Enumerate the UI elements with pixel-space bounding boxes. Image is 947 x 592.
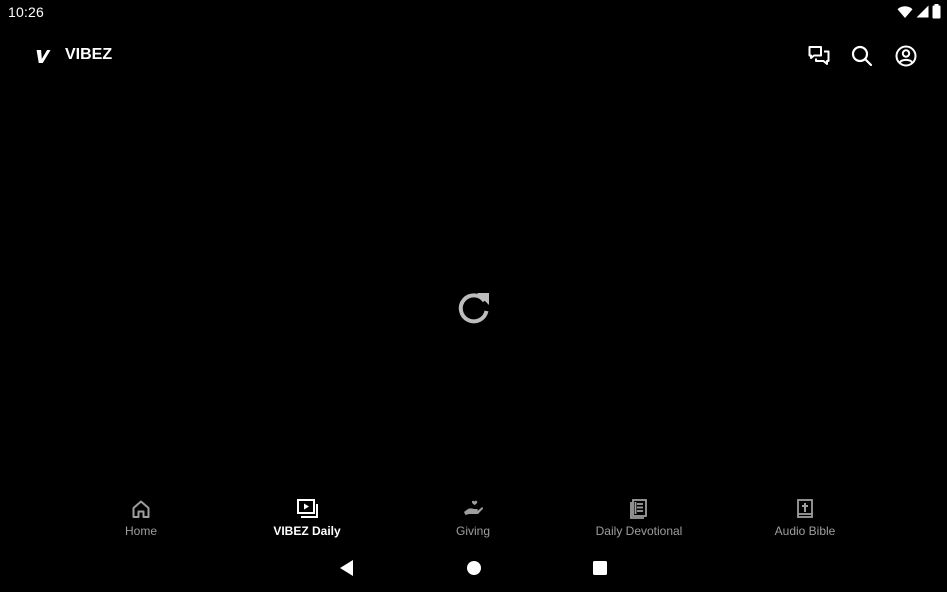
battery-icon bbox=[932, 4, 941, 24]
nav-item-giving[interactable]: Giving bbox=[403, 490, 543, 546]
nav-label-audio-bible: Audio Bible bbox=[774, 524, 836, 538]
home-icon bbox=[130, 498, 152, 520]
status-time: 10:26 bbox=[8, 4, 45, 20]
nav-label-giving: Giving bbox=[455, 524, 490, 538]
app-bar: VIBEZ bbox=[0, 34, 947, 78]
nav-item-home[interactable]: Home bbox=[71, 490, 211, 546]
status-bar: 10:26 bbox=[0, 0, 947, 24]
app-screen: 10:26 VIBEZ Home VIBEZ Daily Giving Dail… bbox=[0, 0, 947, 592]
nav-item-vibez-daily[interactable]: VIBEZ Daily bbox=[237, 490, 377, 546]
nav-label-daily-devotional: Daily Devotional bbox=[595, 524, 683, 538]
recents-icon[interactable] bbox=[590, 558, 610, 578]
back-icon[interactable] bbox=[337, 558, 357, 578]
nav-label-home: Home bbox=[124, 524, 157, 538]
vibez-logo-icon bbox=[33, 47, 51, 65]
search-icon[interactable] bbox=[850, 44, 874, 68]
refresh-icon[interactable] bbox=[455, 289, 493, 327]
status-icons bbox=[897, 4, 941, 24]
system-navigation-bar bbox=[0, 550, 947, 586]
bottom-navigation: Home VIBEZ Daily Giving Daily Devotional… bbox=[0, 490, 947, 546]
app-title: VIBEZ bbox=[65, 46, 113, 63]
wifi-icon bbox=[897, 5, 913, 24]
nav-item-audio-bible[interactable]: Audio Bible bbox=[735, 490, 875, 546]
giving-hand-icon bbox=[462, 498, 484, 520]
nav-item-daily-devotional[interactable]: Daily Devotional bbox=[569, 490, 709, 546]
bible-icon bbox=[794, 498, 816, 520]
chat-icon[interactable] bbox=[807, 44, 831, 68]
home-circle-icon[interactable] bbox=[464, 558, 484, 578]
video-library-icon bbox=[296, 498, 318, 520]
account-icon[interactable] bbox=[894, 44, 918, 68]
cellular-signal-icon bbox=[916, 5, 929, 23]
nav-label-vibez-daily: VIBEZ Daily bbox=[273, 524, 341, 538]
book-icon bbox=[628, 498, 650, 520]
